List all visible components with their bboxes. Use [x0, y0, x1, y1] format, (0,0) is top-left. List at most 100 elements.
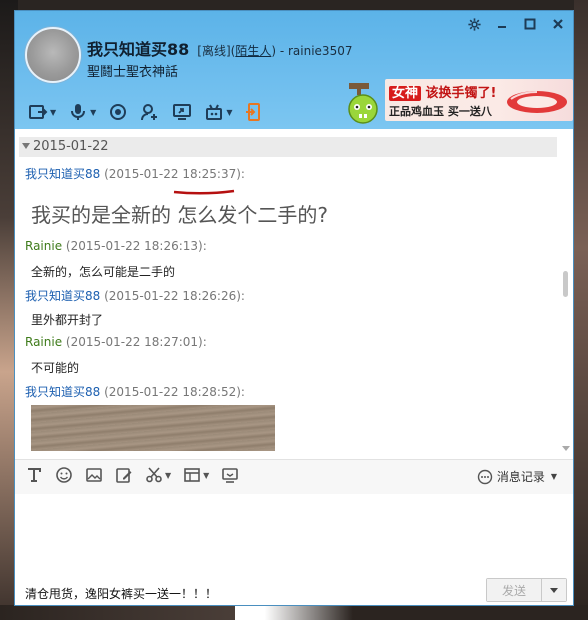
input-toolbar: ▼ ▼ 消息记录 ▼: [15, 459, 573, 495]
add-person-icon: [141, 104, 158, 121]
sender-name[interactable]: 我只知道买88: [25, 167, 100, 181]
chevron-down-icon: ▼: [226, 107, 233, 117]
bracelet-icon: [507, 91, 567, 113]
message-timestamp: (2015-01-22 18:26:26):: [104, 289, 245, 303]
status-prefix: [离线](: [197, 44, 236, 58]
minimize-icon[interactable]: [495, 17, 509, 31]
message-header: 我只知道买88 (2015-01-22 18:26:26):: [25, 287, 245, 304]
contact-signature: 聖鬪士聖衣神話: [87, 65, 179, 80]
message-timestamp: (2015-01-22 18:25:37):: [104, 167, 245, 181]
avatar[interactable]: [25, 27, 81, 83]
share-screen-button[interactable]: ▼: [25, 101, 59, 123]
image-icon: [86, 468, 102, 482]
desktop-background-bottom: [0, 605, 588, 620]
transfer-file-button[interactable]: [241, 101, 267, 123]
chat-bubble-icon: [477, 469, 493, 484]
ad-subline: 正品鸡血玉 买一送八: [389, 105, 492, 118]
transfer-file-icon: [246, 103, 261, 121]
font-icon: [28, 468, 41, 482]
message-text: 全新的，怎么可能是二手的: [31, 265, 176, 279]
mascot-icon: [348, 83, 378, 124]
send-button[interactable]: 发送: [487, 579, 542, 601]
chevron-down-icon: ▼: [203, 470, 210, 480]
collapse-caret-icon: [22, 143, 30, 149]
chat-toolbar: ▼ ▼ ▼: [25, 101, 267, 123]
status-suffix: ) - rainie3507: [271, 44, 353, 58]
chevron-down-icon: [550, 587, 558, 593]
red-underline-annotation: [173, 189, 235, 195]
camera-icon: [110, 104, 127, 120]
chat-header: 我只知道买88 [离线](陌生人) - rainie3507 聖鬪士聖衣神話 ▼…: [15, 11, 573, 129]
history-label: 消息记录: [496, 470, 545, 484]
image-button[interactable]: [85, 466, 103, 484]
chevron-down-icon: ▼: [550, 472, 557, 481]
edit-button[interactable]: [115, 466, 133, 484]
contact-name[interactable]: 我只知道买88: [87, 36, 189, 60]
timestamp-end: ):: [236, 167, 245, 181]
message-history-button[interactable]: 消息记录 ▼: [477, 468, 557, 485]
message-text: 不可能的: [31, 361, 80, 375]
message-timestamp: (2015-01-22 18:26:13):: [65, 239, 207, 253]
maximize-icon[interactable]: [523, 17, 537, 31]
grid-icon: [184, 468, 200, 482]
message-header: Rainie (2015-01-22 18:26:13):: [25, 239, 207, 253]
sender-name[interactable]: Rainie: [25, 239, 62, 253]
ad-content: 女神 该换手镯了! 正品鸡血玉 买一送八: [385, 79, 573, 121]
timestamp-time: 18:25:37: [182, 167, 237, 181]
ad-banner[interactable]: 女神 该换手镯了! 正品鸡血玉 买一送八: [343, 77, 573, 127]
message-header: Rainie (2015-01-22 18:27:01):: [25, 335, 207, 349]
chevron-down-icon: ▼: [90, 107, 97, 117]
grid-button[interactable]: ▼: [183, 466, 209, 484]
scroll-thumb[interactable]: [563, 271, 568, 297]
message-scrollbar[interactable]: [559, 129, 573, 455]
contact-info: 我只知道买88 [离线](陌生人) - rainie3507: [87, 36, 352, 60]
send-options-button[interactable]: [542, 579, 566, 601]
send-button-group: 发送: [486, 578, 567, 602]
sender-name[interactable]: 我只知道买88: [25, 289, 100, 303]
share-screen-icon: [29, 105, 48, 119]
chevron-down-icon: ▼: [50, 107, 57, 117]
message-image[interactable]: [31, 405, 275, 451]
app-button[interactable]: ▼: [201, 101, 235, 123]
timestamp-date: (2015-01-22: [104, 167, 183, 181]
window-controls: [467, 17, 565, 31]
ad-highlight: 女神: [389, 86, 422, 101]
remote-desktop-icon: [173, 104, 192, 120]
voice-button[interactable]: ▼: [65, 101, 99, 123]
screen-icon: [222, 468, 239, 483]
message-timestamp: (2015-01-22 18:27:01):: [65, 335, 207, 349]
footer-notice[interactable]: 清仓甩货，逸阳女裤买一送一！！！: [25, 585, 217, 602]
emoji-icon: [56, 467, 72, 483]
message-timestamp: (2015-01-22 18:28:52):: [104, 385, 245, 399]
add-person-button[interactable]: [137, 101, 163, 123]
sender-name[interactable]: Rainie: [25, 335, 62, 349]
chevron-down-icon: ▼: [165, 470, 172, 480]
remote-desktop-button[interactable]: [169, 101, 195, 123]
video-button[interactable]: [105, 101, 131, 123]
chat-window: 我只知道买88 [离线](陌生人) - rainie3507 聖鬪士聖衣神話 ▼…: [14, 10, 574, 606]
date-separator[interactable]: 2015-01-22: [19, 137, 557, 157]
screenshot-button[interactable]: ▼: [145, 466, 171, 484]
input-tools: ▼ ▼: [25, 466, 239, 484]
chat-footer: 清仓甩货，逸阳女裤买一送一！！！ 发送: [15, 574, 573, 605]
message-text: 我买的是全新的 怎么发个二手的?: [31, 203, 328, 227]
message-header: 我只知道买88 (2015-01-22 18:28:52):: [25, 383, 245, 400]
message-text: 里外都开封了: [31, 313, 104, 327]
contact-status: [离线](陌生人) - rainie3507: [197, 42, 352, 59]
microphone-icon: [71, 104, 86, 120]
sender-name[interactable]: 我只知道买88: [25, 385, 100, 399]
ad-headline: 女神 该换手镯了!: [389, 82, 496, 101]
gear-icon[interactable]: [467, 17, 481, 31]
screen-button[interactable]: [221, 466, 239, 484]
font-button[interactable]: [25, 466, 43, 484]
stranger-link[interactable]: 陌生人: [235, 44, 271, 58]
ad-headline-rest: 该换手镯了!: [425, 86, 497, 101]
emoji-button[interactable]: [55, 466, 73, 484]
desktop-background-right: [574, 0, 588, 620]
date-label: 2015-01-22: [33, 139, 109, 154]
screenshot-scissors-icon: [146, 467, 162, 483]
message-input[interactable]: [15, 494, 573, 578]
close-icon[interactable]: [551, 17, 565, 31]
scroll-down-icon[interactable]: [562, 446, 570, 451]
message-header: 我只知道买88 (2015-01-22 18:25:37):: [25, 165, 245, 182]
